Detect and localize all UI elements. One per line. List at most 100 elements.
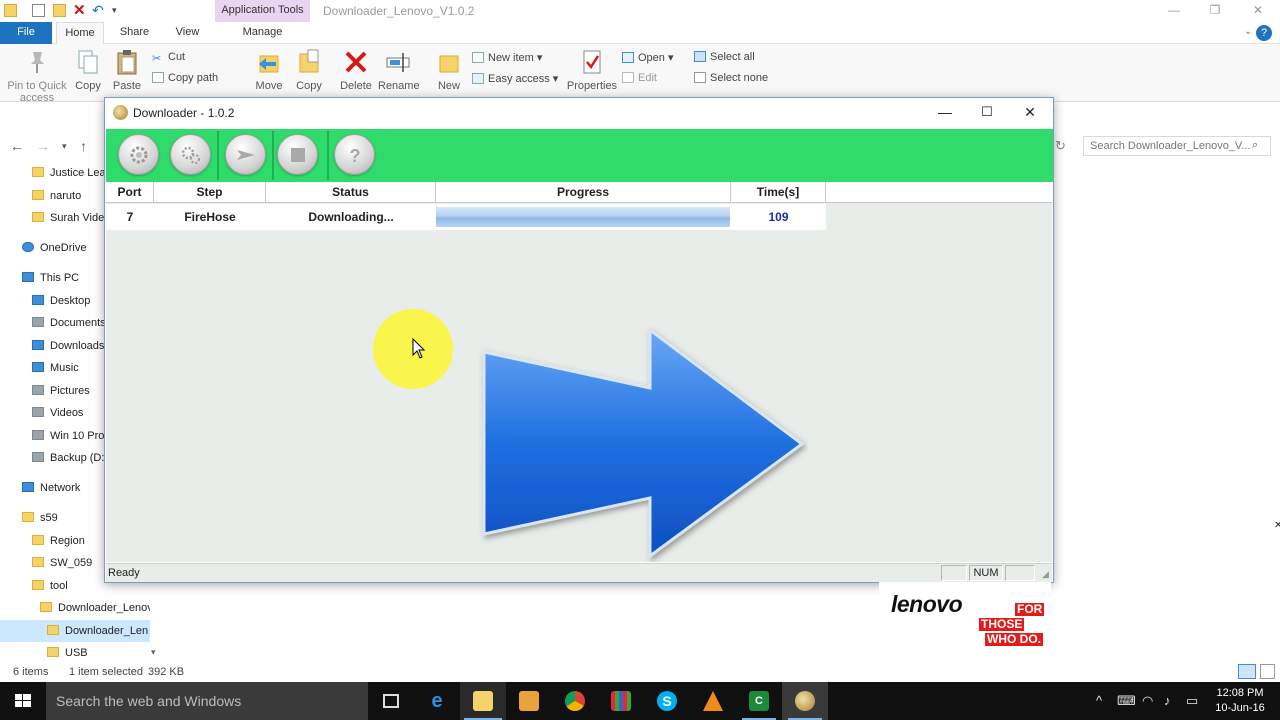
nav-item-downloader-lenovo[interactable]: Downloader_Lenov bbox=[40, 597, 150, 619]
refresh-icon[interactable]: ↻ bbox=[1055, 138, 1066, 154]
close-icon[interactable]: ✕ bbox=[73, 3, 86, 18]
camtasia-button[interactable]: C bbox=[736, 682, 782, 720]
large-icons-view-icon[interactable] bbox=[1260, 664, 1275, 679]
nav-item-pictures[interactable]: Pictures bbox=[32, 380, 90, 402]
pin-label: Pin to Quick access bbox=[7, 80, 67, 104]
edit-button[interactable]: Edit bbox=[622, 72, 657, 84]
folder-icon[interactable] bbox=[4, 4, 17, 17]
restore-icon[interactable]: ❐ bbox=[1205, 2, 1225, 18]
column-port[interactable]: Port bbox=[106, 182, 154, 203]
settings-button[interactable] bbox=[118, 134, 159, 175]
rename-button[interactable]: Rename bbox=[378, 48, 420, 92]
open-button[interactable]: Open ▾ bbox=[622, 51, 674, 64]
properties-button[interactable]: Properties bbox=[566, 48, 618, 92]
nav-item-win10-drive[interactable]: Win 10 Pro bbox=[32, 425, 104, 447]
copy-path-button[interactable]: Copy path bbox=[152, 72, 218, 84]
toolbar-separator bbox=[217, 131, 219, 180]
clock[interactable]: 12:08 PM 10-Jun-16 bbox=[1212, 686, 1268, 716]
back-arrow-icon[interactable]: ← bbox=[10, 138, 24, 154]
options-button[interactable] bbox=[170, 134, 211, 175]
start-button[interactable] bbox=[225, 134, 266, 175]
column-time[interactable]: Time(s] bbox=[731, 182, 826, 203]
nav-item-documents[interactable]: Documents bbox=[32, 312, 106, 334]
select-all-button[interactable]: Select all bbox=[694, 51, 755, 63]
new-item-button[interactable]: New item ▾ bbox=[472, 51, 542, 64]
nav-item-naruto[interactable]: naruto bbox=[32, 185, 81, 207]
nav-item-tool[interactable]: tool bbox=[32, 575, 68, 597]
notifications-icon[interactable]: ▭ bbox=[1186, 693, 1198, 709]
nav-item-music[interactable]: Music bbox=[32, 357, 79, 379]
nav-item-downloads[interactable]: Downloads bbox=[32, 335, 104, 357]
tab-manage[interactable]: Manage bbox=[215, 22, 310, 44]
help-icon[interactable]: ? bbox=[1256, 25, 1272, 41]
details-view-icon[interactable] bbox=[1238, 664, 1256, 679]
nav-item-usb[interactable]: USB bbox=[47, 642, 88, 664]
input-method-icon[interactable]: ⌨ bbox=[1117, 693, 1136, 709]
nav-item-desktop[interactable]: Desktop bbox=[32, 290, 90, 312]
tab-home[interactable]: Home bbox=[56, 22, 104, 44]
undo-icon[interactable]: ↶ bbox=[92, 3, 105, 17]
minimize-icon[interactable]: — bbox=[1164, 2, 1184, 18]
column-progress[interactable]: Progress bbox=[436, 182, 731, 203]
nav-item-region[interactable]: Region bbox=[32, 530, 85, 552]
resize-grip-icon[interactable]: ◢ bbox=[1042, 569, 1049, 580]
help-button[interactable]: ? bbox=[334, 134, 375, 175]
nav-item-network[interactable]: Network bbox=[22, 477, 80, 499]
tab-view[interactable]: View bbox=[165, 22, 210, 44]
nav-item-justice-league[interactable]: Justice Leag bbox=[32, 162, 112, 184]
new-folder-button[interactable]: New bbox=[434, 48, 464, 92]
chrome-button[interactable] bbox=[552, 682, 598, 720]
stop-button[interactable] bbox=[277, 134, 318, 175]
move-to-button[interactable]: Move bbox=[254, 48, 284, 92]
minimize-icon[interactable]: — bbox=[925, 103, 965, 123]
vlc-button[interactable] bbox=[690, 682, 736, 720]
delete-button[interactable]: Delete bbox=[340, 48, 372, 92]
nav-item-backup-drive[interactable]: Backup (D: bbox=[32, 447, 104, 469]
properties-icon[interactable] bbox=[32, 4, 45, 17]
close-window-icon[interactable]: ✕ bbox=[1248, 2, 1268, 18]
search-input[interactable]: Search Downloader_Lenovo_V... bbox=[1083, 136, 1271, 156]
column-step[interactable]: Step bbox=[154, 182, 266, 203]
nav-item-surah-video[interactable]: Surah Video bbox=[32, 207, 110, 229]
easy-access-button[interactable]: Easy access ▾ bbox=[472, 72, 558, 85]
task-view-button[interactable] bbox=[368, 682, 414, 720]
search-icon[interactable]: ⌕ bbox=[1252, 139, 1258, 152]
forward-arrow-icon[interactable]: → bbox=[36, 138, 50, 154]
tab-share[interactable]: Share bbox=[112, 22, 157, 44]
show-hidden-icons[interactable]: ^ bbox=[1096, 693, 1102, 708]
copy-to-button[interactable]: Copy bbox=[294, 48, 324, 92]
nav-item-s59[interactable]: s59 bbox=[22, 507, 58, 529]
chevron-down-icon[interactable]: ▾ bbox=[112, 4, 125, 17]
volume-icon[interactable]: ♪ bbox=[1164, 693, 1171, 708]
media-player-button[interactable] bbox=[506, 682, 552, 720]
file-explorer-button[interactable] bbox=[460, 682, 506, 720]
start-button[interactable] bbox=[0, 682, 46, 720]
maximize-icon[interactable]: ☐ bbox=[967, 103, 1007, 123]
nav-item-onedrive[interactable]: OneDrive bbox=[22, 237, 86, 259]
scroll-down-icon[interactable]: ▾ bbox=[151, 647, 156, 658]
paste-button[interactable]: Paste bbox=[110, 48, 144, 92]
table-row[interactable]: 7 FireHose Downloading... 109 bbox=[106, 204, 826, 230]
tab-file[interactable]: File bbox=[0, 22, 52, 44]
close-icon[interactable]: ✕ bbox=[1010, 103, 1050, 123]
column-status[interactable]: Status bbox=[266, 182, 436, 203]
recent-locations-icon[interactable]: ▾ bbox=[62, 141, 67, 152]
skype-button[interactable]: S bbox=[644, 682, 690, 720]
expand-ribbon-icon[interactable]: ⌄ bbox=[1244, 26, 1252, 37]
nav-item-downloader-lenovo-selected[interactable]: Downloader_Len bbox=[0, 620, 150, 642]
nav-item-videos[interactable]: Videos bbox=[32, 402, 83, 424]
taskbar-search-input[interactable]: Search the web and Windows bbox=[46, 682, 368, 720]
nav-item-this-pc[interactable]: This PC bbox=[22, 267, 79, 289]
up-arrow-icon[interactable]: ↑ bbox=[80, 138, 87, 154]
edge-button[interactable]: e bbox=[414, 682, 460, 720]
nav-item-sw059[interactable]: SW_059 bbox=[32, 552, 92, 574]
pin-quick-access-button[interactable]: Pin to Quick access bbox=[4, 48, 70, 104]
select-none-button[interactable]: Select none bbox=[694, 72, 768, 84]
new-folder-icon[interactable] bbox=[53, 4, 66, 17]
ribbon-tabs: File Home Share View Manage ⌄ ? bbox=[0, 22, 1280, 44]
wifi-icon[interactable]: ◠ bbox=[1142, 693, 1153, 709]
store-button[interactable] bbox=[598, 682, 644, 720]
cut-button[interactable]: ✂ Cut bbox=[152, 51, 185, 65]
downloader-taskbar-button[interactable] bbox=[782, 682, 828, 720]
copy-button[interactable]: Copy bbox=[72, 48, 104, 92]
